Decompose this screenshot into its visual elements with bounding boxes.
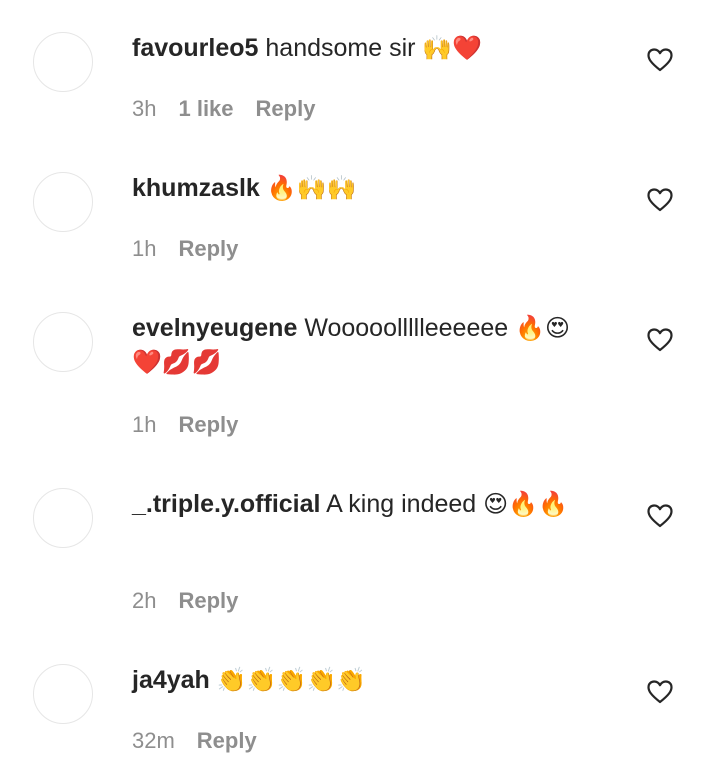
comment-meta: 2h Reply [132,587,260,615]
like-heart-icon[interactable] [647,328,673,352]
avatar[interactable] [33,664,93,724]
reply-button[interactable]: Reply [178,588,238,613]
comment-body: evelnyeugene Wooooollllleeeeee 🔥😍❤️💋💋 [132,311,592,379]
comment-time: 3h [132,96,157,121]
like-heart-icon[interactable] [647,504,673,528]
like-heart-icon[interactable] [647,680,673,704]
avatar[interactable] [33,32,93,92]
avatar[interactable] [33,312,93,372]
comment-body: favourleo5 handsome sir 🙌❤️ [132,31,592,65]
comment-emoji: 🙌❤️ [422,34,483,62]
comment-username[interactable]: _.triple.y.official [132,490,320,518]
comment-emoji: 😍🔥🔥 [483,490,568,518]
like-heart-icon[interactable] [647,188,673,212]
comment-username[interactable]: ja4yah [132,666,210,694]
comment-meta: 1h Reply [132,411,260,439]
comment-likes[interactable]: 1 like [178,96,233,121]
comment-meta: 32m Reply [132,727,279,755]
comment-body: khumzaslk 🔥🙌🙌 [132,171,592,205]
reply-button[interactable]: Reply [178,236,238,261]
comment-emoji: 👏👏👏👏👏 [216,666,367,694]
comment-meta: 3h 1 like Reply [132,95,337,123]
reply-button[interactable]: Reply [197,728,257,753]
reply-button[interactable]: Reply [256,96,316,121]
reply-button[interactable]: Reply [178,412,238,437]
comment-username[interactable]: khumzaslk [132,174,260,202]
comment-username[interactable]: evelnyeugene [132,314,297,342]
comment-text: handsome sir [265,34,416,62]
comment-text: A king indeed [326,490,477,518]
comment-time: 1h [132,412,157,437]
comment-emoji: 🔥🙌🙌 [266,174,357,202]
comment-username[interactable]: favourleo5 [132,34,258,62]
comment-body: ja4yah 👏👏👏👏👏 [132,663,592,697]
comment-time: 2h [132,588,157,613]
avatar[interactable] [33,488,93,548]
comment-time: 1h [132,236,157,261]
comment-body: _.triple.y.official A king indeed 😍🔥🔥 [132,487,592,521]
avatar[interactable] [33,172,93,232]
like-heart-icon[interactable] [647,48,673,72]
comment-time: 32m [132,728,175,753]
comment-meta: 1h Reply [132,235,260,263]
comment-text: Wooooollllleeeeee [304,314,509,342]
